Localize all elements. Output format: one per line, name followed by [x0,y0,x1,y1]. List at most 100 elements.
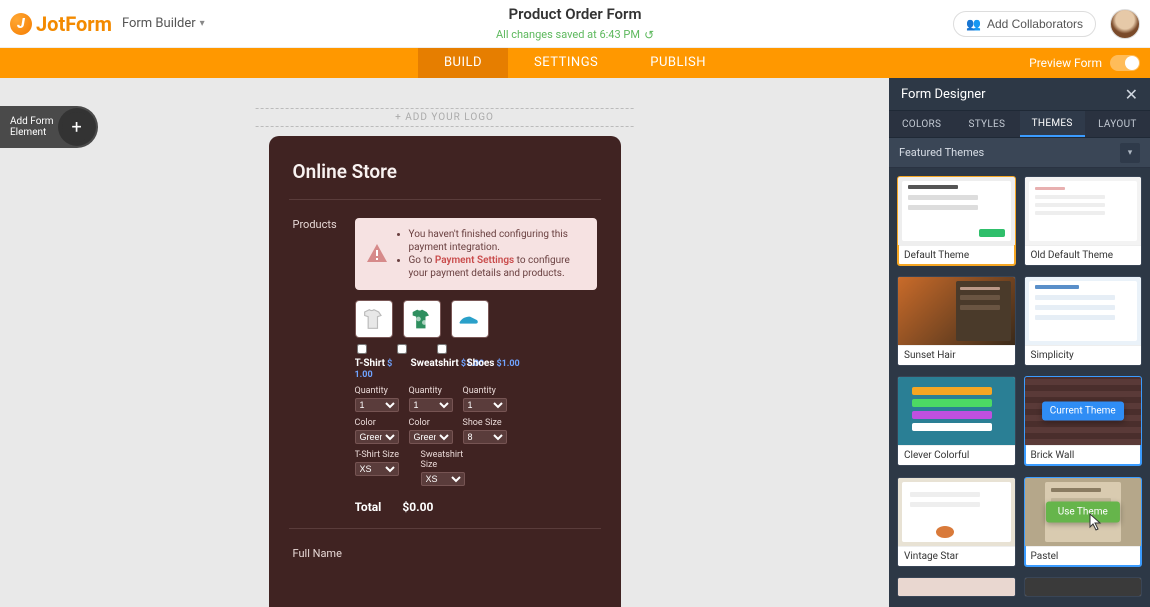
product-names: T-Shirt$ 1.00 Sweatshirt$1.00 Shoes$1.00 [355,358,597,380]
panel-tab-themes[interactable]: THEMES [1020,111,1085,137]
theme-preview [1025,277,1142,345]
check-shoes[interactable] [437,344,447,354]
add-logo-dropzone[interactable]: + ADD YOUR LOGO [255,108,634,127]
brand-logo[interactable]: J JotForm [10,12,112,36]
theme-label: Default Theme [898,245,1015,265]
tab-build[interactable]: BUILD [418,48,508,78]
qty-label-3: Quantity [463,386,496,396]
close-icon[interactable]: ✕ [1125,85,1138,104]
total-label: Total [355,500,382,514]
check-tshirt[interactable] [357,344,367,354]
refresh-icon: ↻ [644,28,654,42]
sweat-size-label: Sweatshirt Size [421,450,464,470]
shoes-text: Shoes [467,358,495,369]
panel-tabs: COLORS STYLES THEMES LAYOUT [889,110,1150,138]
name-tshirt: T-Shirt$ 1.00 [355,358,401,380]
brand-text: JotForm [36,12,112,36]
tshirt-text: T-Shirt [355,358,386,369]
theme-card-vintage-star[interactable]: Vintage Star [897,477,1016,567]
theme-card-brick-wall[interactable]: Current Theme Brick Wall [1024,376,1143,466]
autosave-text: All changes saved at 6:43 PM [496,28,640,41]
panel-tab-layout[interactable]: LAYOUT [1085,111,1150,137]
opts-row-color: ColorGreen ColorGreen Shoe Size8 [355,418,597,444]
theme-card-old-default[interactable]: Old Default Theme [1024,176,1143,266]
theme-card-simplicity[interactable]: Simplicity [1024,276,1143,366]
theme-card-pastel[interactable]: Use Theme Pastel [1024,477,1143,567]
color-select-2[interactable]: Green [409,430,453,444]
qty-select-1[interactable]: 1 [355,398,399,412]
shoesize-select[interactable]: 8 [463,430,507,444]
panel-header: Form Designer ✕ [889,78,1150,110]
qty-select-3[interactable]: 1 [463,398,507,412]
color-col-2: Color Green [409,418,453,444]
add-form-element-button[interactable]: Add Form Element + [0,106,98,148]
current-theme-badge: Current Theme [1042,402,1124,421]
theme-label: Simplicity [1025,345,1142,365]
themes-grid: Default Theme Old Default Theme [889,168,1150,607]
divider [289,528,601,529]
featured-themes-bar[interactable]: Featured Themes ▾ [889,138,1150,168]
use-theme-button[interactable]: Use Theme [1046,501,1120,522]
tab-settings[interactable]: SETTINGS [508,48,624,78]
tab-publish[interactable]: PUBLISH [624,48,732,78]
form-title[interactable]: Online Store [293,160,597,183]
sweat-size-select[interactable]: XS [421,472,465,486]
warning-line2a: Go to [409,255,435,266]
qty-label-1: Quantity [355,386,388,396]
preview-toggle-wrap: Preview Form [1029,48,1140,78]
theme-preview: Use Theme [1025,478,1142,546]
qty-col-3: Quantity 1 [463,386,507,412]
color-label-2: Color [409,418,430,428]
theme-label: Brick Wall [1025,445,1142,465]
header-right: 👥 Add Collaborators [953,9,1140,39]
tshirt-size-label: T-Shirt Size [355,450,399,460]
products-body: You haven't finished configuring this pa… [355,218,597,514]
thumb-shoes[interactable] [451,300,489,338]
shoesize-label: Shoe Size [463,418,502,428]
add-collaborators-label: Add Collaborators [987,17,1083,31]
canvas: Add Form Element + + ADD YOUR LOGO Onlin… [0,78,889,607]
thumb-sweatshirt[interactable] [403,300,441,338]
add-element-label: Add Form Element [10,116,54,138]
thumb-tshirt[interactable] [355,300,393,338]
tshirt-icon [360,305,388,333]
fullname-label[interactable]: Full Name [293,547,597,560]
add-collaborators-button[interactable]: 👥 Add Collaborators [953,11,1096,37]
color-col-1: ColorGreen [355,418,399,444]
chevron-down-icon[interactable]: ▾ [1120,143,1140,163]
name-sweatshirt: Sweatshirt$1.00 [411,358,457,380]
preview-label: Preview Form [1029,56,1102,70]
preview-toggle[interactable] [1110,55,1140,71]
sweatshirt-icon [408,305,436,333]
products-section[interactable]: Products You haven't finished configurin… [293,218,597,514]
payment-warning: You haven't finished configuring this pa… [355,218,597,290]
payment-settings-link[interactable]: Payment Settings [435,255,514,266]
theme-preview [898,277,1015,345]
product-thumbs [355,300,597,338]
color-select-1[interactable]: Green [355,430,399,444]
opts-row-qty: Quantity 1 Quantity 1 Quantity 1 [355,386,597,412]
theme-card-sunset-hair[interactable]: Sunset Hair [897,276,1016,366]
theme-label: Old Default Theme [1025,245,1142,265]
theme-card-more[interactable] [897,577,1016,597]
theme-card-default[interactable]: Default Theme [897,176,1016,266]
qty-label-2: Quantity [409,386,442,396]
theme-preview [898,578,1015,596]
theme-card-more[interactable] [1024,577,1143,597]
panel-tab-styles[interactable]: STYLES [954,111,1019,137]
sweat-size-col: Sweatshirt Size XS [421,450,477,486]
check-sweatshirt[interactable] [397,344,407,354]
qty-select-2[interactable]: 1 [409,398,453,412]
warning-icon [365,242,389,266]
panel-tab-colors[interactable]: COLORS [889,111,954,137]
qty-col-1: Quantity 1 [355,386,399,412]
theme-preview [898,478,1015,546]
opts-row-size: T-Shirt Size XS Sweatshirt Size XS [355,450,597,486]
tshirt-size-select[interactable]: XS [355,462,399,476]
theme-card-clever-colorful[interactable]: Clever Colorful [897,376,1016,466]
avatar[interactable] [1110,9,1140,39]
plus-icon: + [62,112,92,142]
name-shoes: Shoes$1.00 [467,358,513,380]
sweatshirt-text: Sweatshirt [411,358,459,369]
product-menu[interactable]: Form Builder ▾ [122,16,205,31]
